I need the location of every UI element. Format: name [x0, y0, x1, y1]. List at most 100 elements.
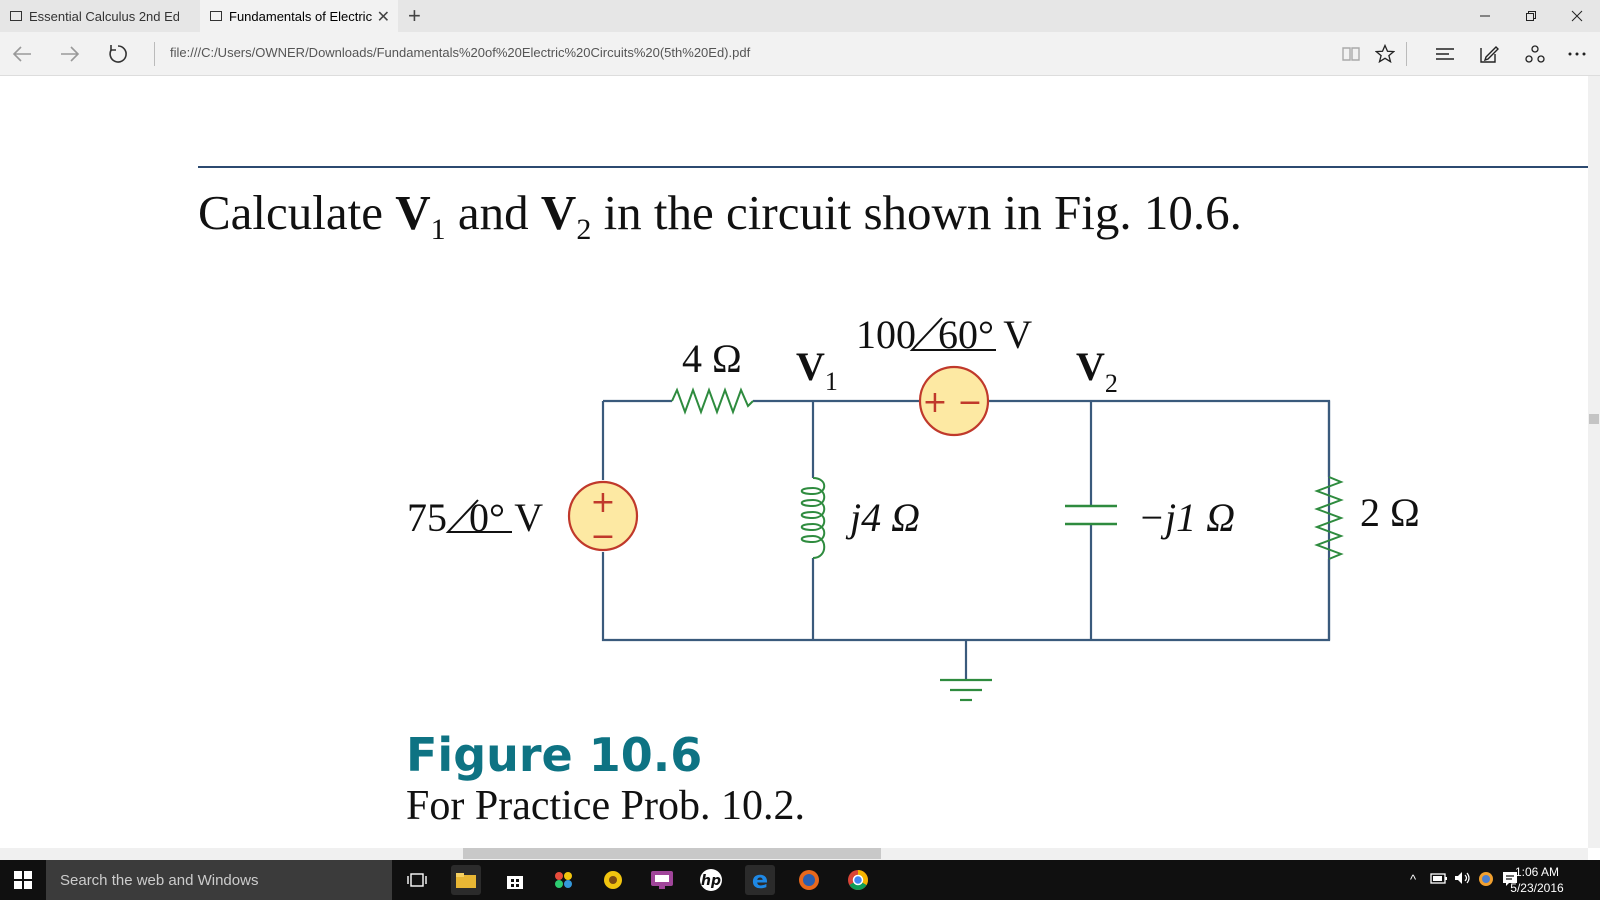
- network-button[interactable]: [1478, 871, 1494, 890]
- tab-bar: Essential Calculus 2nd Editio Fundamenta…: [0, 0, 1600, 32]
- source-plus-sign: +: [590, 485, 615, 520]
- edge-icon: e: [752, 868, 768, 892]
- back-button[interactable]: [6, 38, 38, 70]
- paint-icon: [555, 872, 572, 888]
- voltage-source-75: + −: [567, 480, 639, 554]
- address-toolbar: file:///C:/Users/OWNER/Downloads/Fundame…: [0, 32, 1600, 76]
- source-plus-sign: +: [922, 385, 947, 420]
- taskbar-search-input[interactable]: Search the web and Windows: [46, 860, 392, 900]
- refresh-button[interactable]: [102, 38, 134, 70]
- inductor-label: j4 Ω: [845, 495, 920, 540]
- windows-logo-icon: [14, 871, 32, 889]
- chrome-button[interactable]: [843, 865, 873, 895]
- taskbar-clock[interactable]: 1:06 AM 5/23/2016: [1502, 864, 1572, 896]
- more-button[interactable]: [1562, 40, 1592, 68]
- restore-icon: [1526, 11, 1536, 21]
- svg-text:hp: hp: [701, 873, 721, 889]
- forward-arrow-icon: [61, 46, 80, 62]
- source-minus-sign: −: [957, 385, 982, 420]
- media-icon: [604, 871, 622, 889]
- capacitor-minus-j1: [1065, 504, 1117, 526]
- svg-text:e: e: [752, 868, 768, 892]
- address-separator: [154, 42, 155, 66]
- new-tab-button[interactable]: +: [408, 3, 421, 29]
- toolbar-separator: [1406, 42, 1407, 66]
- hp-icon: hp: [700, 869, 722, 891]
- vertical-scrollbar[interactable]: [1588, 76, 1600, 848]
- tab-essential-calculus[interactable]: Essential Calculus 2nd Editio: [0, 0, 198, 32]
- task-view-icon: [407, 873, 427, 887]
- node-v2-label: V2: [1076, 344, 1118, 398]
- hp-button[interactable]: hp: [696, 865, 726, 895]
- store-button[interactable]: [500, 865, 530, 895]
- task-view-button[interactable]: [402, 865, 432, 895]
- vertical-scroll-thumb[interactable]: [1589, 414, 1599, 424]
- start-button[interactable]: [0, 860, 46, 900]
- close-icon: [1571, 10, 1583, 22]
- tray-expand-caret[interactable]: ^: [1410, 872, 1416, 887]
- network-globe-icon: [1479, 872, 1493, 886]
- figure-caption: For Practice Prob. 10.2.: [406, 783, 805, 829]
- file-explorer-button[interactable]: [451, 865, 481, 895]
- forward-button[interactable]: [54, 38, 86, 70]
- voltage-source-100: + −: [918, 365, 990, 437]
- hub-icon: [1436, 48, 1454, 60]
- wires: [601, 399, 1331, 680]
- hub-button[interactable]: [1430, 40, 1460, 68]
- web-note-button[interactable]: [1474, 40, 1504, 68]
- screen-icon: [651, 871, 673, 889]
- inductor-j4: [800, 477, 826, 559]
- close-tab-icon[interactable]: ✕: [377, 7, 390, 27]
- node-v2-subscript: 2: [1105, 369, 1118, 398]
- address-bar[interactable]: file:///C:/Users/OWNER/Downloads/Fundame…: [170, 45, 1320, 60]
- restore-button[interactable]: [1508, 0, 1554, 32]
- minimize-icon: [1480, 15, 1490, 17]
- page-icon: [10, 11, 22, 21]
- share-icon: [1525, 45, 1545, 63]
- resistor-4-label: 4 Ω: [682, 336, 742, 381]
- resistor-2-label: 2 Ω: [1360, 490, 1420, 535]
- tab-fundamentals-electric[interactable]: Fundamentals of Electric ✕: [200, 0, 398, 32]
- refresh-icon: [109, 45, 127, 63]
- edge-button[interactable]: e: [745, 865, 775, 895]
- file-explorer-icon: [456, 873, 476, 888]
- store-icon: [507, 876, 523, 889]
- volume-button[interactable]: [1454, 871, 1472, 888]
- more-icon: [1568, 52, 1586, 56]
- left-source-magnitude: 75: [407, 495, 447, 540]
- screen-app-button[interactable]: [647, 865, 677, 895]
- favorite-star-icon: [1375, 44, 1395, 64]
- paint-button[interactable]: [549, 865, 579, 895]
- share-button[interactable]: [1520, 40, 1550, 68]
- left-source-unit: V: [505, 495, 543, 540]
- firefox-icon: [799, 870, 819, 890]
- favorite-button[interactable]: [1370, 40, 1400, 68]
- close-window-button[interactable]: [1554, 0, 1600, 32]
- web-note-icon: [1480, 46, 1499, 63]
- node-v2-letter: V: [1076, 344, 1105, 389]
- node-v1-label: V1: [796, 344, 838, 396]
- horizontal-scroll-thumb[interactable]: [463, 848, 881, 859]
- minimize-button[interactable]: [1462, 0, 1508, 32]
- volume-icon: [1455, 872, 1470, 884]
- tab-title: Fundamentals of Electric: [229, 8, 373, 24]
- battery-icon: [1430, 873, 1447, 884]
- clock-time: 1:06 AM: [1514, 865, 1560, 879]
- chrome-icon: [848, 870, 868, 890]
- media-button[interactable]: [598, 865, 628, 895]
- series-source-magnitude: 100: [856, 312, 916, 357]
- clock-date: 5/23/2016: [1510, 881, 1564, 895]
- capacitor-label: −j1 Ω: [1138, 495, 1235, 540]
- back-arrow-icon: [12, 46, 31, 62]
- source-minus-sign: −: [590, 519, 615, 554]
- left-source-angle: 0°: [469, 495, 505, 540]
- reading-view-icon: [1342, 47, 1360, 61]
- firefox-button[interactable]: [794, 865, 824, 895]
- ground-icon: [940, 678, 992, 702]
- battery-button[interactable]: [1430, 871, 1448, 888]
- page-icon: [210, 11, 222, 21]
- tab-title: Essential Calculus 2nd Editio: [29, 8, 179, 24]
- pdf-document[interactable]: Calculate V1 and V2 in the circuit shown…: [0, 76, 1600, 848]
- reading-view-button[interactable]: [1336, 40, 1366, 68]
- figure-label: Figure 10.6: [406, 728, 703, 782]
